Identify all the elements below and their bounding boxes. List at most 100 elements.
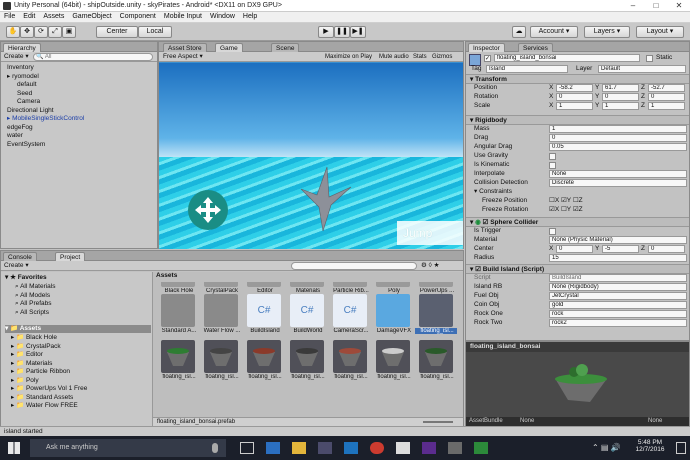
asset-item[interactable]: C# BuildIsland (243, 294, 283, 340)
hierarchy-item[interactable]: EventSystem (7, 141, 45, 149)
hierarchy-search-input[interactable]: 🔍 All (33, 53, 153, 61)
menu-help[interactable]: Help (239, 12, 261, 20)
favorite-item[interactable]: ⌕ All Scripts (15, 309, 49, 317)
jump-button[interactable]: Jump (397, 221, 463, 245)
close-button[interactable]: ✕ (668, 0, 690, 12)
use-gravity-checkbox[interactable] (549, 153, 556, 160)
material-field[interactable]: None (Physic Material) (549, 236, 687, 244)
step-button[interactable]: ▶❚ (350, 26, 366, 38)
layers-dropdown[interactable]: Layers ▾ (584, 26, 630, 38)
gameobject-active-checkbox[interactable]: ✓ (484, 55, 491, 62)
account-dropdown[interactable]: Account ▾ (530, 26, 578, 38)
project-search-input[interactable] (291, 262, 417, 270)
favorites-header[interactable]: ▾ ★ Favorites (5, 274, 47, 282)
assetbundle-name-dropdown[interactable]: None (520, 417, 534, 426)
task-view-icon[interactable] (240, 442, 254, 454)
constraints-label[interactable]: ▾ Constraints (474, 188, 512, 196)
tab-asset-store[interactable]: Asset Store (163, 43, 207, 52)
rotate-tool-icon[interactable]: ⟳ (34, 26, 48, 38)
favorite-item[interactable]: ⌕ All Prefabs (15, 300, 52, 308)
system-tray-icons[interactable]: ⌃ ▤ 🔊 (592, 443, 621, 452)
menu-window[interactable]: Window (206, 12, 239, 20)
gizmos-toggle[interactable]: Gizmos (432, 53, 452, 61)
transform-y-field[interactable]: 1 (602, 102, 639, 110)
folder-item[interactable]: ▸ 📁 CrystalPack (11, 343, 61, 351)
favorite-item[interactable]: ⌕ All Materials (15, 283, 56, 291)
tab-game[interactable]: Game (215, 43, 243, 52)
transform-z-field[interactable]: -52.7 (648, 84, 685, 92)
transform-x-field[interactable]: -58.2 (556, 84, 593, 92)
build-island-header[interactable]: ▾ ☑ Build Island (Script) (466, 264, 689, 274)
rock-two-field[interactable]: rock2 (549, 319, 687, 327)
hierarchy-item[interactable]: Camera (17, 98, 40, 106)
file-explorer-icon[interactable] (292, 442, 306, 454)
menu-component[interactable]: Component (116, 12, 160, 20)
microphone-icon[interactable] (212, 443, 218, 453)
center-y-field[interactable]: -5 (602, 245, 639, 253)
transform-y-field[interactable]: 61.7 (602, 84, 639, 92)
layout-dropdown[interactable]: Layout ▾ (636, 26, 684, 38)
app-icon-2[interactable] (474, 442, 488, 454)
menu-gameobject[interactable]: GameObject (68, 12, 115, 20)
interpolate-dropdown[interactable]: None (549, 170, 687, 178)
center-z-field[interactable]: 0 (648, 245, 685, 253)
tab-services[interactable]: Services (518, 43, 553, 52)
tab-project[interactable]: Project (55, 252, 86, 261)
asset-item[interactable]: floating_isl... (329, 340, 369, 386)
minimize-button[interactable]: – (622, 0, 644, 12)
hierarchy-item[interactable]: water (7, 132, 23, 140)
static-checkbox[interactable] (646, 55, 653, 62)
island-rb-field[interactable]: None (Rigidbody) (549, 283, 687, 291)
transform-x-field[interactable]: 1 (556, 102, 593, 110)
favorite-item[interactable]: ⌕ All Models (15, 292, 50, 300)
unity-taskbar-icon[interactable] (396, 442, 410, 454)
maximize-on-play-toggle[interactable]: Maximize on Play (325, 53, 372, 61)
app-icon[interactable] (448, 442, 462, 454)
asset-item[interactable]: floating_isl... (415, 294, 457, 340)
asset-item[interactable]: floating_isl... (157, 340, 197, 386)
folder-item[interactable]: ▸ 📁 Materials (11, 360, 52, 368)
folder-item[interactable]: ▸ 📁 Black Hole (11, 334, 57, 342)
store-icon[interactable] (318, 442, 332, 454)
is-trigger-checkbox[interactable] (549, 228, 556, 235)
hierarchy-item[interactable]: default (17, 81, 37, 89)
transform-y-field[interactable]: 0 (602, 93, 639, 101)
hierarchy-item[interactable]: edgeFog (7, 124, 33, 132)
folder-item[interactable]: ▸ 📁 Standard Assets (11, 394, 73, 402)
mute-audio-toggle[interactable]: Mute audio (379, 53, 409, 61)
hierarchy-create-button[interactable]: Create ▾ (4, 53, 29, 61)
menu-edit[interactable]: Edit (19, 12, 39, 20)
asset-item[interactable]: C# BuildWorld (286, 294, 326, 340)
menu-mobile-input[interactable]: Mobile Input (160, 12, 206, 20)
chrome-icon[interactable] (370, 442, 384, 454)
rock-one-field[interactable]: rock (549, 310, 687, 318)
edge-browser-icon[interactable] (266, 442, 280, 454)
search-filter-icons[interactable]: ⚙ ◊ ★ (421, 262, 439, 270)
tab-console[interactable]: Console (3, 252, 37, 261)
center-x-field[interactable]: 0 (556, 245, 593, 253)
scale-tool-icon[interactable]: ⤢ (48, 26, 62, 38)
taskbar-search-box[interactable]: Ask me anything (30, 439, 226, 457)
gameobject-name-field[interactable]: floating_island_bonsai (494, 54, 640, 62)
assets-folder-header[interactable]: ▾ 📁 Assets (5, 325, 151, 333)
angular-drag-field[interactable]: 0.05 (549, 143, 687, 151)
folder-item[interactable]: ▸ 📁 PowerUps Vol 1 Free (11, 385, 87, 393)
folder-item[interactable]: ▸ 📁 Editor (11, 351, 43, 359)
folder-item[interactable]: ▸ 📁 Poly (11, 377, 39, 385)
transform-z-field[interactable]: 0 (648, 93, 685, 101)
hierarchy-item[interactable]: ▸ MobileSingleStickControl (7, 115, 84, 123)
project-create-button[interactable]: Create ▾ (4, 262, 29, 270)
hierarchy-item[interactable]: Seed (17, 90, 32, 98)
sphere-collider-header[interactable]: ▾ ◉ ☑ Sphere Collider (466, 217, 689, 227)
windows-start-icon[interactable] (8, 442, 20, 454)
collision-detection-dropdown[interactable]: Discrete (549, 179, 687, 187)
pivot-center-button[interactable]: Center (96, 26, 138, 38)
rigidbody-header[interactable]: ▾ Rigidbody (466, 115, 689, 125)
hand-tool-icon[interactable]: ✋ (6, 26, 20, 38)
pause-button[interactable]: ❚❚ (334, 26, 350, 38)
hierarchy-item[interactable]: ▸ ryomodel (7, 73, 39, 81)
layer-dropdown[interactable]: Default (598, 65, 686, 73)
tag-dropdown[interactable]: Island (486, 65, 568, 73)
hierarchy-item[interactable]: Inventory (7, 64, 34, 72)
asset-item[interactable]: DamageVFX (372, 294, 412, 340)
